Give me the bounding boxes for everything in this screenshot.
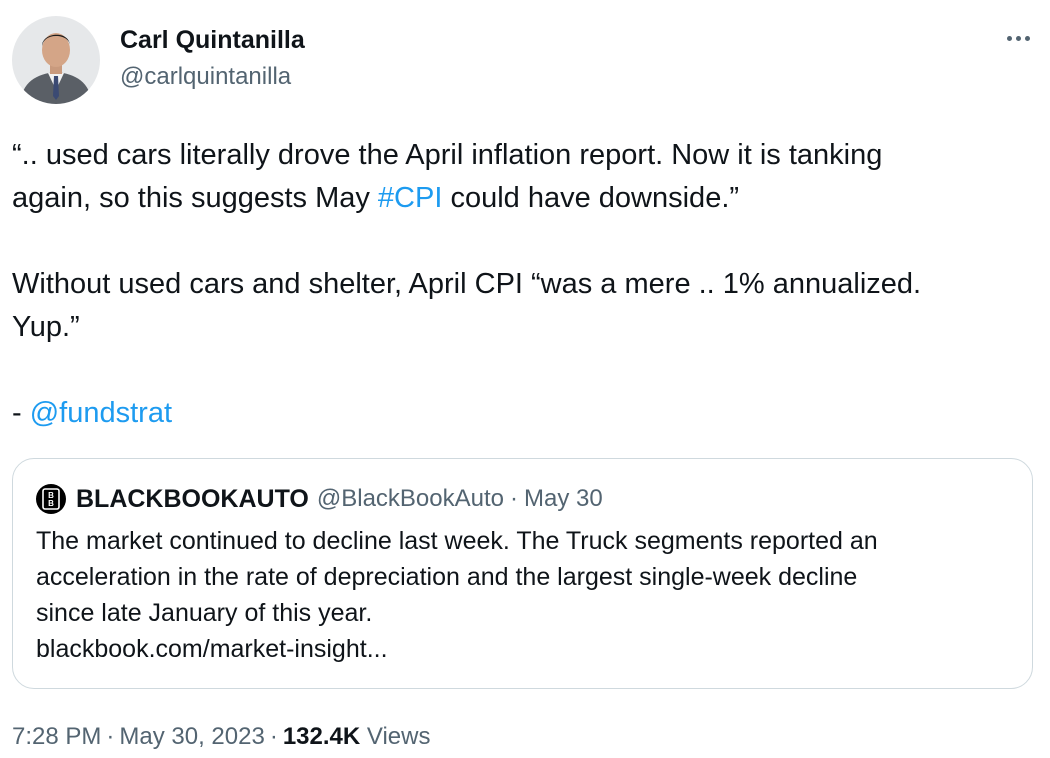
views-label: Views bbox=[366, 723, 431, 750]
dot-icon bbox=[1015, 35, 1021, 41]
separator-dot: · bbox=[269, 723, 278, 750]
tweet-text-fragment: again, so this suggests May bbox=[12, 182, 378, 214]
tweet-line: again, so this suggests May #CPI could h… bbox=[12, 177, 1032, 220]
quoted-author-avatar[interactable]: B B bbox=[36, 484, 66, 514]
tweet-text-fragment: - bbox=[12, 397, 30, 429]
quoted-author-name[interactable]: BLACKBOOKAUTO bbox=[76, 485, 309, 514]
dot-icon bbox=[1024, 35, 1030, 41]
svg-text:B: B bbox=[48, 499, 54, 508]
mention-link[interactable]: @fundstrat bbox=[30, 397, 172, 429]
tweet-line: Without used cars and shelter, April CPI… bbox=[12, 268, 922, 300]
tweet-line: Yup.” bbox=[12, 311, 80, 343]
quoted-tweet-text: The market continued to decline last wee… bbox=[36, 523, 1016, 667]
author-display-name[interactable]: Carl Quintanilla bbox=[120, 24, 305, 56]
author-avatar[interactable] bbox=[12, 16, 100, 104]
tweet-date[interactable]: May 30, 2023 bbox=[119, 723, 264, 750]
quoted-tweet-line: The market continued to decline last wee… bbox=[36, 527, 878, 555]
views-count: 132.4K bbox=[282, 723, 361, 750]
person-avatar-icon bbox=[12, 16, 100, 104]
quoted-tweet-link[interactable]: blackbook.com/market-insight... bbox=[36, 631, 1016, 667]
quoted-tweet-line: since late January of this year. bbox=[36, 599, 373, 627]
quoted-tweet-date[interactable]: May 30 bbox=[524, 485, 603, 513]
tweet-text: “.. used cars literally drove the April … bbox=[12, 134, 1032, 435]
separator-dot: · bbox=[106, 723, 115, 750]
tweet-text-fragment: could have downside.” bbox=[442, 182, 740, 214]
tweet-time[interactable]: 7:28 PM bbox=[12, 723, 101, 750]
tweet-metadata: 7:28 PM · May 30, 2023 · 132.4K Views bbox=[12, 720, 430, 754]
quoted-tweet-line: acceleration in the rate of depreciation… bbox=[36, 563, 858, 591]
more-options-button[interactable] bbox=[996, 20, 1040, 56]
quoted-tweet-header: B B BLACKBOOKAUTO @BlackBookAuto · May 3… bbox=[36, 482, 603, 516]
author-handle[interactable]: @carlquintanilla bbox=[120, 61, 291, 93]
separator-dot: · bbox=[510, 485, 518, 512]
quoted-author-handle[interactable]: @BlackBookAuto bbox=[317, 485, 504, 513]
blackbook-logo-icon: B B bbox=[42, 488, 60, 510]
tweet-line: - @fundstrat bbox=[12, 392, 1032, 435]
quoted-tweet-card[interactable]: B B BLACKBOOKAUTO @BlackBookAuto · May 3… bbox=[12, 458, 1033, 689]
tweet-line: “.. used cars literally drove the April … bbox=[12, 139, 883, 171]
hashtag-link[interactable]: #CPI bbox=[378, 182, 442, 214]
dot-icon bbox=[1006, 35, 1012, 41]
